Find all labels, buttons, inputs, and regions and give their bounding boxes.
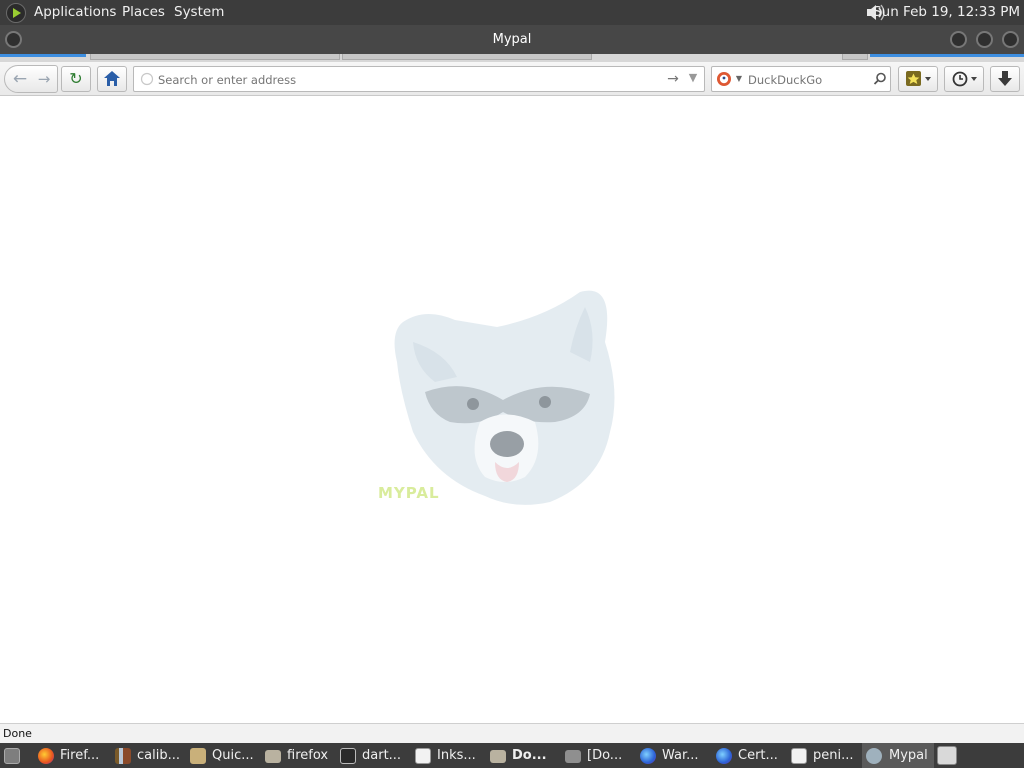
window-icon — [791, 748, 807, 764]
url-dropdown-icon[interactable]: ▼ — [684, 65, 702, 91]
folder-icon — [565, 750, 581, 763]
mypal-raccoon-logo — [394, 290, 615, 505]
url-input[interactable] — [158, 71, 658, 88]
mint-logo-icon[interactable] — [6, 3, 26, 23]
search-engine-dropdown-icon[interactable]: ▼ — [734, 66, 744, 92]
maximize-button[interactable] — [976, 31, 993, 48]
taskbar-item[interactable]: [Do... — [565, 743, 635, 768]
downloads-button[interactable] — [990, 66, 1020, 92]
window-title: Mypal — [492, 32, 532, 47]
forward-arrow-icon[interactable]: → — [33, 66, 55, 92]
globe-icon — [140, 72, 154, 86]
places-menu[interactable]: Places — [122, 0, 165, 25]
url-bar[interactable]: → ▼ — [133, 66, 705, 92]
system-menu[interactable]: System — [174, 0, 224, 25]
taskbar-item[interactable]: Inks... — [415, 743, 485, 768]
taskbar-item-active[interactable]: Mypal — [862, 743, 934, 768]
mypal-watermark-text: MYPAL — [378, 484, 440, 502]
home-button[interactable] — [97, 66, 127, 92]
clock[interactable]: Sun Feb 19, 12:33 PM — [873, 0, 1020, 25]
firefox-icon — [38, 748, 54, 764]
calibre-icon — [115, 748, 131, 764]
folder-icon — [265, 750, 281, 763]
tab[interactable] — [342, 54, 592, 60]
home-icon — [104, 71, 120, 86]
back-arrow-icon[interactable]: ← — [9, 66, 31, 92]
browser-icon — [640, 748, 656, 764]
download-arrow-icon — [998, 71, 1012, 86]
quickly-icon — [190, 748, 206, 764]
workspace-icon — [937, 746, 957, 765]
search-bar[interactable]: ▼ — [711, 66, 891, 92]
reload-button[interactable]: ↻ — [61, 66, 91, 92]
tab-strip — [0, 54, 1024, 62]
mypal-icon — [866, 748, 882, 764]
back-forward-group: ← → — [4, 65, 58, 93]
show-desktop-button[interactable] — [2, 743, 24, 768]
taskbar-item[interactable]: peni... — [791, 743, 861, 768]
taskbar-item[interactable]: Do... — [490, 743, 560, 768]
taskbar-item[interactable]: dart... — [340, 743, 410, 768]
bookmark-star-icon — [906, 71, 931, 86]
tab[interactable] — [90, 54, 340, 60]
minimize-button[interactable] — [950, 31, 967, 48]
status-bar: Done — [0, 723, 1024, 743]
folder-icon — [490, 750, 506, 763]
taskbar-item[interactable]: calib... — [115, 743, 185, 768]
taskbar-item[interactable]: Cert... — [716, 743, 788, 768]
page-content: MYPAL — [0, 97, 1024, 723]
taskbar-item[interactable]: firefox — [265, 743, 335, 768]
taskbar-item[interactable]: War... — [640, 743, 712, 768]
taskbar-item[interactable]: Quic... — [190, 743, 260, 768]
duckduckgo-icon[interactable] — [716, 71, 732, 87]
tab[interactable] — [842, 54, 868, 60]
close-button[interactable] — [1002, 31, 1019, 48]
reload-icon: ↻ — [69, 69, 83, 88]
window-titlebar[interactable]: Mypal — [0, 25, 1024, 54]
search-icon[interactable] — [872, 71, 888, 87]
history-clock-icon — [952, 71, 977, 87]
bottom-taskbar: Firef... calib... Quic... firefox dart..… — [0, 743, 1024, 768]
go-arrow-icon[interactable]: → — [664, 66, 682, 92]
status-text: Done — [3, 727, 32, 740]
document-icon — [415, 748, 431, 764]
top-panel: Applications Places System Sun Feb 19, 1… — [0, 0, 1024, 25]
taskbar-item[interactable]: Firef... — [38, 743, 110, 768]
bookmarks-button[interactable] — [898, 66, 938, 92]
history-button[interactable] — [944, 66, 984, 92]
show-desktop-icon — [4, 748, 20, 764]
applications-menu[interactable]: Applications — [34, 0, 116, 25]
navigation-toolbar: ← → ↻ → ▼ ▼ — [0, 62, 1024, 96]
workspace-switcher[interactable] — [937, 743, 959, 768]
search-input[interactable] — [748, 71, 868, 88]
terminal-icon — [340, 748, 356, 764]
browser-icon — [716, 748, 732, 764]
